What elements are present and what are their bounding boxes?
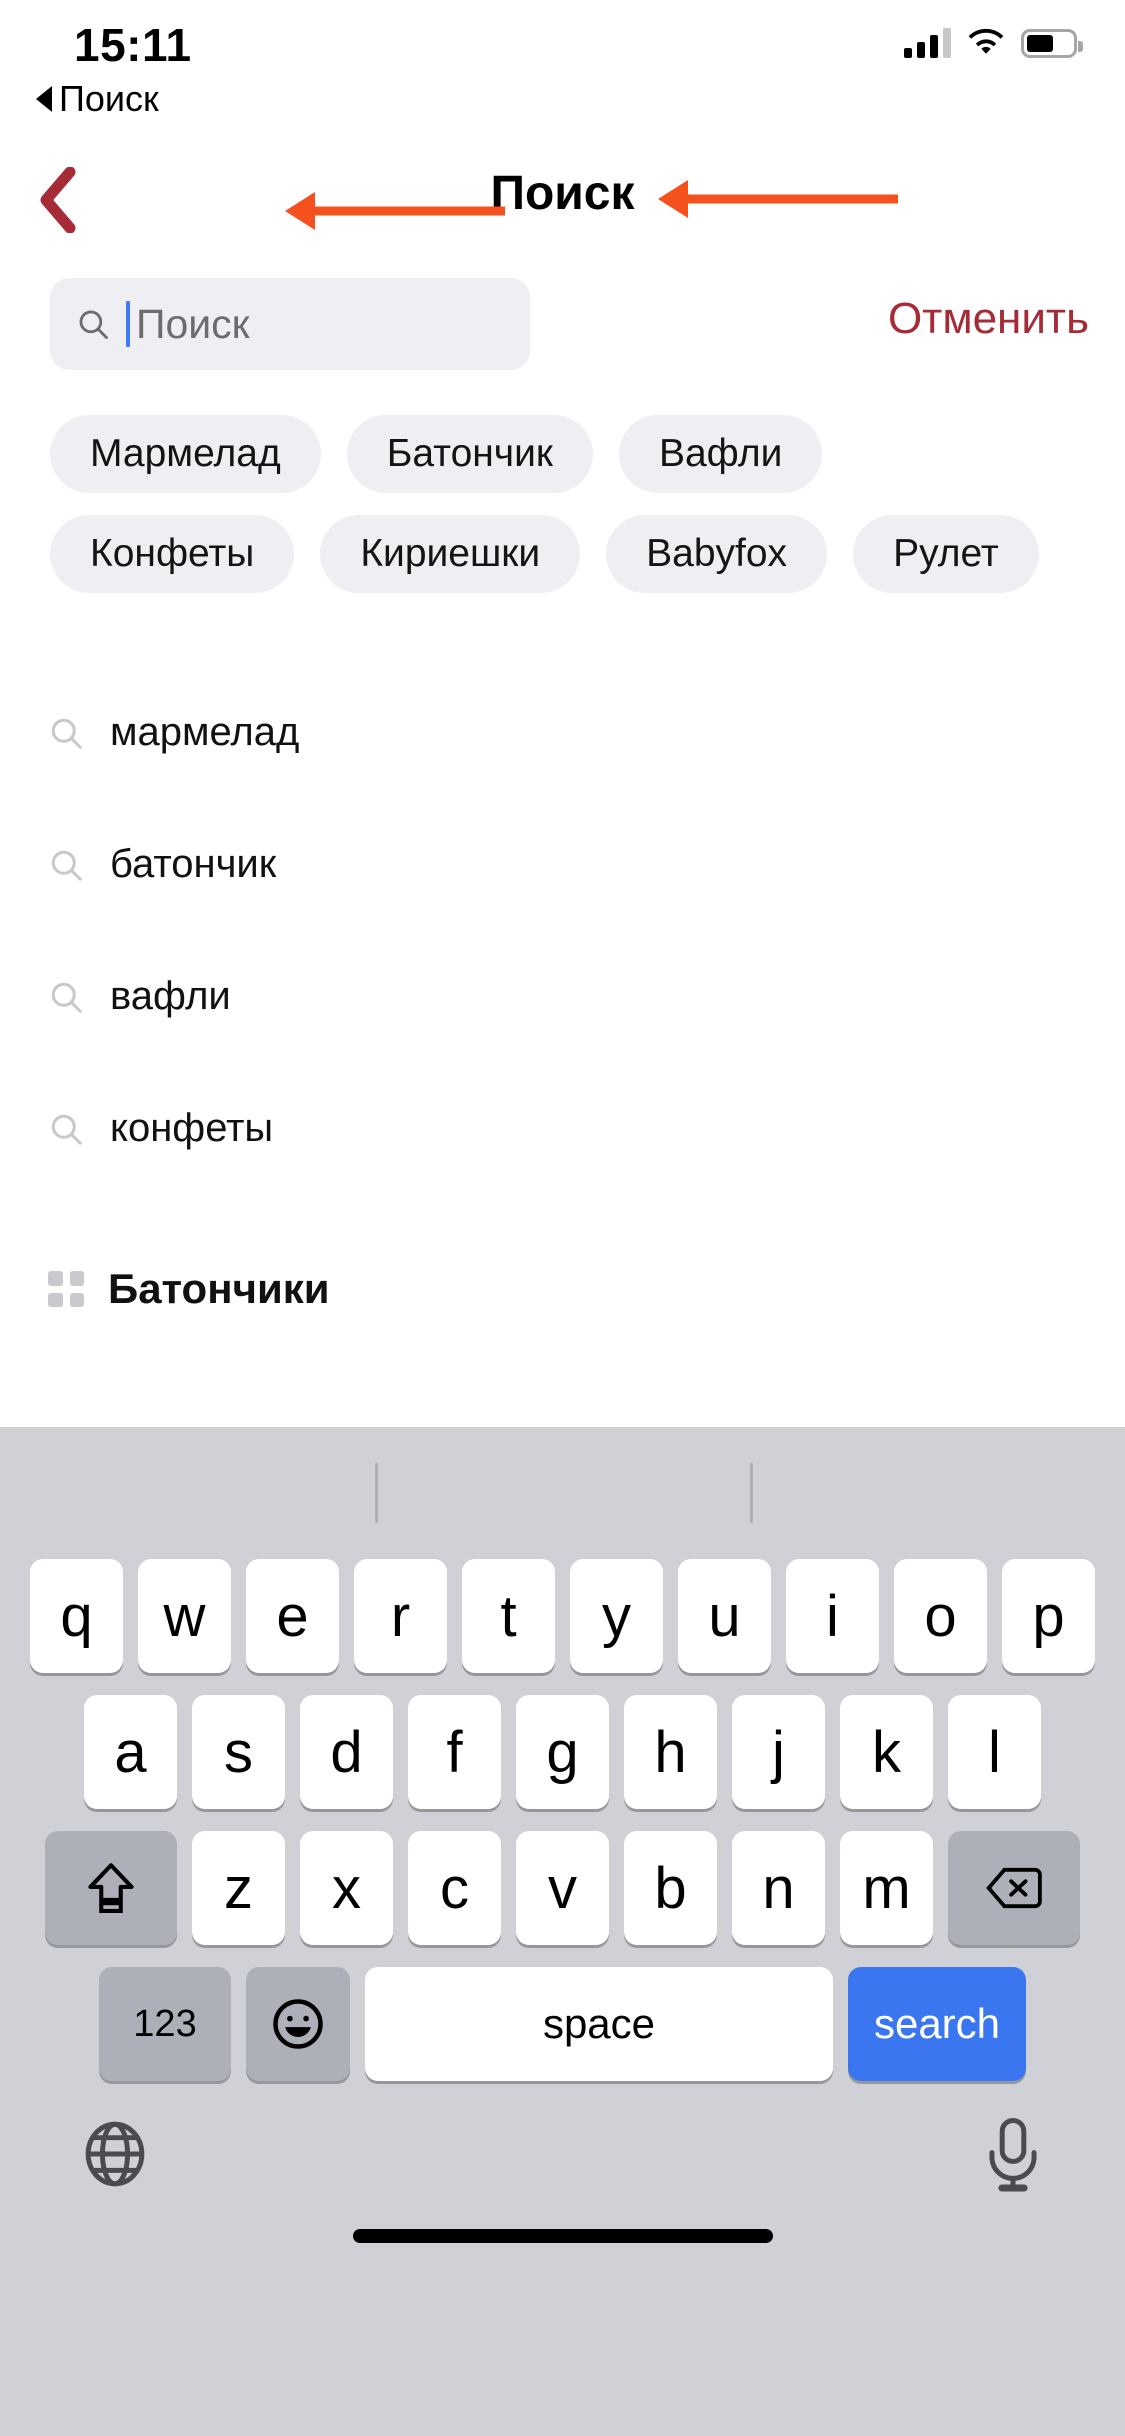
search-input[interactable]: Поиск [50,278,530,370]
search-bar-row: Поиск Отменить [0,278,1125,370]
status-bar-back-to-app[interactable]: Поиск [36,78,159,120]
key-w[interactable]: w [138,1559,231,1673]
tag-chip[interactable]: Babyfox [606,515,828,593]
suggested-tags: Мармелад Батончик Вафли Конфеты Кириешки… [0,415,1125,615]
key-p[interactable]: p [1002,1559,1095,1673]
delete-key[interactable] [948,1831,1080,1945]
triangle-left-icon [36,86,52,112]
keyboard-row-1: q w e r t y u i o p [0,1559,1125,1673]
predictive-text-bar[interactable] [0,1427,1125,1559]
on-screen-keyboard: q w e r t y u i o p a s d f g h j k l z … [0,1427,1125,2436]
search-arrow-annotation [285,192,505,230]
search-placeholder: Поиск [136,300,250,347]
key-k[interactable]: k [840,1695,933,1809]
page-title: Поиск [490,167,635,220]
key-a[interactable]: a [84,1695,177,1809]
cellular-bars-icon [904,28,951,58]
navigation-bar: Поиск [0,152,1125,252]
space-key[interactable]: space [365,1967,833,2081]
suggestion-label: конфеты [110,1106,274,1150]
category-item-batonchiki[interactable]: Батончики [0,1246,1125,1332]
tag-chip[interactable]: Кириешки [320,515,581,593]
shift-up-arrow-icon [88,1863,134,1914]
text-cursor [126,301,130,347]
key-v[interactable]: v [516,1831,609,1945]
backspace-delete-icon [986,1867,1042,1909]
key-i[interactable]: i [786,1559,879,1673]
home-indicator[interactable] [352,2229,773,2243]
globe-language-icon[interactable] [80,2119,150,2189]
list-item[interactable]: мармелад [0,690,1125,775]
search-key[interactable]: search [848,1967,1026,2081]
magnifier-icon [51,850,82,881]
key-e[interactable]: e [246,1559,339,1673]
key-o[interactable]: o [894,1559,987,1673]
category-label: Батончики [108,1265,330,1312]
tag-chip[interactable]: Вафли [618,415,823,493]
key-d[interactable]: d [300,1695,393,1809]
key-r[interactable]: r [354,1559,447,1673]
title-arrow-annotation [658,180,898,218]
battery-icon [1021,29,1083,58]
key-h[interactable]: h [624,1695,717,1809]
suggestion-label: батончик [110,842,277,886]
status-bar-clock: 15:11 [74,19,192,71]
tag-chip[interactable]: Рулет [853,515,1039,593]
list-item[interactable]: конфеты [0,1086,1125,1171]
key-b[interactable]: b [624,1831,717,1945]
keyboard-row-2: a s d f g h j k l [0,1695,1125,1809]
keyboard-row-4: 123 space search [0,1967,1125,2081]
key-f[interactable]: f [408,1695,501,1809]
suggestion-label: вафли [110,974,231,1018]
key-x[interactable]: x [300,1831,393,1945]
shift-key[interactable] [45,1831,177,1945]
emoji-key[interactable] [246,1967,350,2081]
microphone-icon[interactable] [983,2117,1043,2193]
smiley-face-icon [273,1999,323,2049]
status-bar-back-label: Поиск [59,78,159,119]
grid-icon [48,1271,84,1307]
key-z[interactable]: z [192,1831,285,1945]
key-q[interactable]: q [30,1559,123,1673]
predictive-divider [375,1463,378,1523]
status-bar-indicators [904,28,1083,58]
cancel-button[interactable]: Отменить [888,294,1089,344]
tag-row-1: Мармелад Батончик Вафли [0,415,1125,493]
phone-screen: 15:11 Поиск Поиск Поиск Отменить Мармела… [0,0,1125,2436]
tag-chip[interactable]: Батончик [346,415,593,493]
tag-row-2: Конфеты Кириешки Babyfox Рулет [0,515,1125,593]
status-bar: 15:11 Поиск [0,0,1125,132]
key-t[interactable]: t [462,1559,555,1673]
magnifier-icon [79,310,108,339]
key-m[interactable]: m [840,1831,933,1945]
predictive-divider [750,1463,753,1523]
key-j[interactable]: j [732,1695,825,1809]
key-c[interactable]: c [408,1831,501,1945]
wifi-icon [968,28,1004,54]
magnifier-icon [51,1114,82,1145]
key-g[interactable]: g [516,1695,609,1809]
magnifier-icon [51,718,82,749]
search-suggestion-list: мармелад батончик вафли конфеты Батончик… [0,690,1125,1332]
key-y[interactable]: y [570,1559,663,1673]
keyboard-row-3: z x c v b n m [0,1831,1125,1945]
numbers-key[interactable]: 123 [99,1967,231,2081]
list-item[interactable]: вафли [0,954,1125,1039]
suggestion-label: мармелад [110,710,300,754]
key-n[interactable]: n [732,1831,825,1945]
list-item[interactable]: батончик [0,822,1125,907]
tag-chip[interactable]: Конфеты [50,515,295,593]
keyboard-bottom-bar [0,2081,1125,2271]
key-l[interactable]: l [948,1695,1041,1809]
key-s[interactable]: s [192,1695,285,1809]
magnifier-icon [51,982,82,1013]
tag-chip[interactable]: Мармелад [50,415,321,493]
key-u[interactable]: u [678,1559,771,1673]
